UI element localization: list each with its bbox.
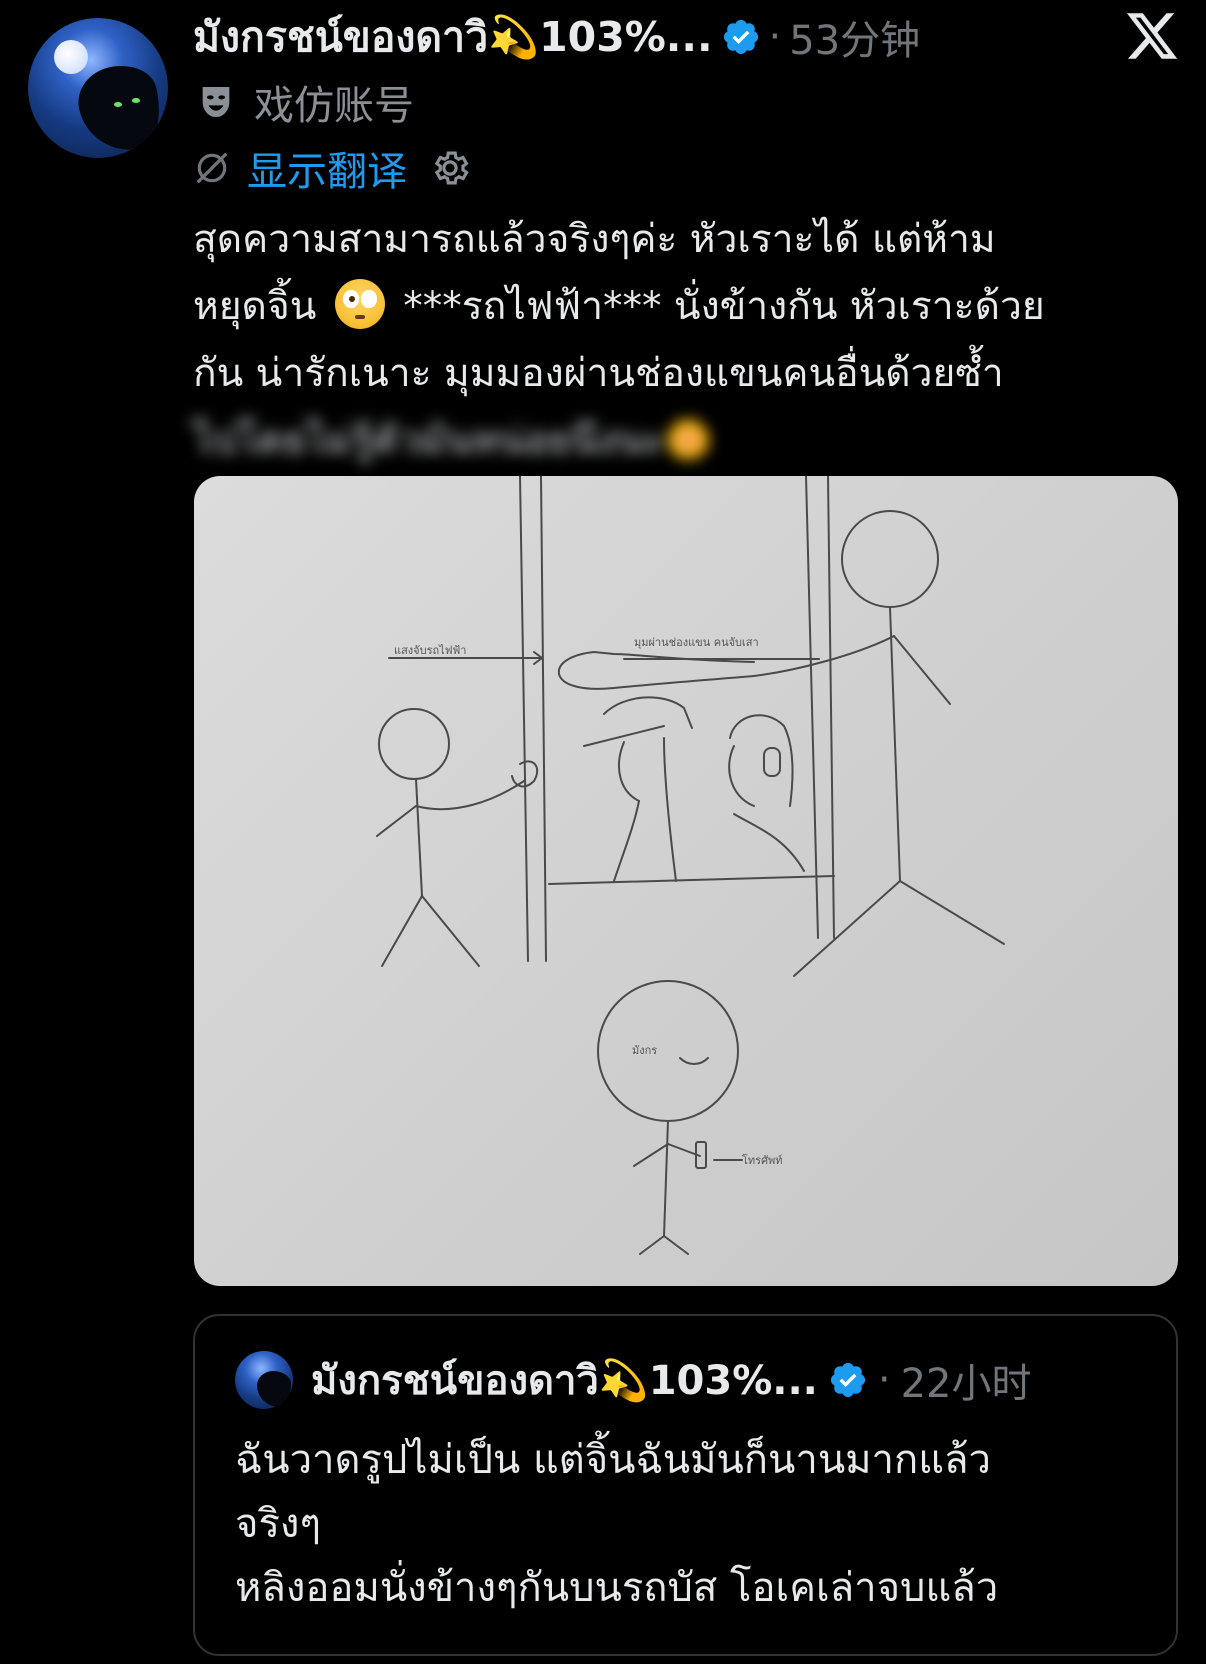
flushed-face-emoji <box>334 279 385 329</box>
post-text-segment: ***รถไฟฟ้า*** นั่งข้างกัน หัวเราะด้วย <box>403 284 1045 329</box>
post-text-line: หยุดจิ้น ***รถไฟฟ้า*** นั่งข้างกัน หัวเร… <box>193 273 1193 340</box>
translate-row: 显示翻译 <box>193 140 471 196</box>
quoted-text-line: จริงๆ <box>235 1501 321 1547</box>
verified-badge-icon <box>830 1362 865 1398</box>
post-body: สุดความสามารถแล้วจริงๆค่ะ หัวเราะได้ แต่… <box>193 206 1193 474</box>
author-avatar[interactable] <box>28 18 168 158</box>
truncated-text-fade: ไปโดยไม่รู้ตัวมันหน่อยนึงนะ🌼 <box>193 418 713 463</box>
verified-badge-icon <box>723 19 758 55</box>
separator-dot: · <box>768 14 782 60</box>
dragon-eye <box>132 98 140 103</box>
parody-mask-icon <box>202 87 230 117</box>
dragon-graphic <box>71 58 168 158</box>
post-header: มังกรชน์ของดาวิ💫103%... · 53分钟 <box>193 8 920 66</box>
show-translation-link[interactable]: 显示翻译 <box>247 139 407 197</box>
quoted-post-timestamp: 22小时 <box>900 1361 1032 1407</box>
x-logo-icon[interactable] <box>1124 8 1180 64</box>
parody-label-row: 戏仿账号 <box>196 74 414 130</box>
gear-icon[interactable] <box>429 147 471 189</box>
sketch-label-left: แสงจับรถไฟฟ้า <box>394 644 466 657</box>
author-name[interactable]: มังกรชน์ของดาวิ💫103%... <box>193 5 713 70</box>
quoted-post-body: ฉันวาดรูปไม่เป็น แต่จิ้นฉันมันก็นานมากแล… <box>235 1428 1165 1620</box>
post-image[interactable]: แสงจับรถไฟฟ้า มุมผ่านช่องแขน คนจับเสา มั… <box>194 476 1178 1286</box>
post-text-line: สุดความสามารถแล้วจริงๆค่ะ หัวเราะได้ แต่… <box>193 217 996 262</box>
sketch-label-top: มุมผ่านช่องแขน คนจับเสา <box>634 636 759 649</box>
separator-dot: · <box>877 1357 891 1403</box>
quoted-text-line: หลิงออมนั่งข้างๆกันบนรถบัส โอเคเล่าจบแล้… <box>235 1565 999 1611</box>
quoted-text-line: ฉันวาดรูปไม่เป็น แต่จิ้นฉันมันก็นานมากแล… <box>235 1437 991 1483</box>
quoted-post-header: มังกรชน์ของดาวิ💫103%... · 22小时 <box>235 1351 1032 1409</box>
sketch-label-phone: โทรศัพท์ <box>742 1153 783 1167</box>
dragon-eye <box>114 102 122 107</box>
no-translate-icon <box>196 152 228 184</box>
post-text-line: กัน น่ารักเนาะ มุมมองผ่านช่องแขนคนอื่นด้… <box>193 351 1004 396</box>
pencil-sketch: แสงจับรถไฟฟ้า มุมผ่านช่องแขน คนจับเสา มั… <box>376 476 1005 1255</box>
post-text-segment: หยุดจิ้น <box>193 284 317 329</box>
quoted-author-name: มังกรชน์ของดาวิ💫103%... <box>311 1358 818 1404</box>
quoted-post[interactable]: มังกรชน์ของดาวิ💫103%... · 22小时 ฉันวาดรูป… <box>193 1314 1178 1656</box>
post-timestamp[interactable]: 53分钟 <box>789 8 920 66</box>
sketch-label-face: มังกร <box>632 1044 657 1057</box>
moon-graphic <box>54 40 88 74</box>
quoted-author-avatar <box>235 1351 293 1409</box>
parody-account-label: 戏仿账号 <box>254 83 414 129</box>
